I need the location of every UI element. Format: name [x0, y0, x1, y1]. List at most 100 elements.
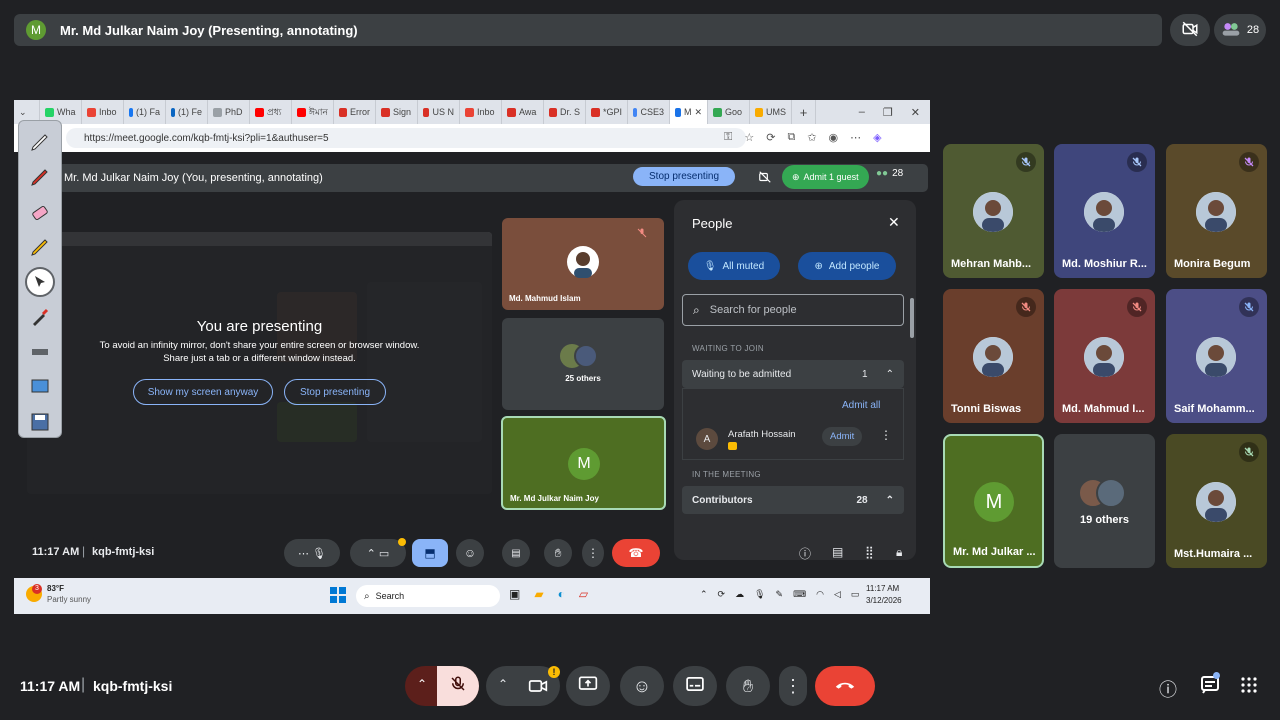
close-tab-icon[interactable]: ✕: [694, 107, 702, 118]
add-people-button[interactable]: ⊕ Add people: [798, 252, 896, 280]
admit-all-button[interactable]: Admit all: [842, 400, 880, 411]
raise-hand-button[interactable]: ✋︎: [726, 666, 770, 706]
participant-tile[interactable]: Md. Mahmud I...: [1054, 289, 1155, 423]
chevron-up-icon[interactable]: ⌃: [700, 589, 708, 600]
mirror-stop-presenting-button[interactable]: Stop presenting: [284, 379, 386, 405]
admit-guest-button[interactable]: ⊕ Admit 1 guest: [782, 165, 869, 189]
browser-tab[interactable]: M ✕: [670, 100, 708, 124]
more-options-button[interactable]: ⋮: [779, 666, 807, 706]
browser-tab[interactable]: CSE3: [628, 100, 670, 124]
wifi-icon[interactable]: ◠: [816, 589, 824, 600]
whiteboard-icon[interactable]: ▱: [579, 587, 588, 601]
keyboard-icon[interactable]: ⌨: [793, 589, 806, 600]
captions-button[interactable]: [673, 666, 717, 706]
browser-tab[interactable]: Awa: [502, 100, 544, 124]
participant-tile[interactable]: 19 others: [1054, 434, 1155, 568]
browser-tab[interactable]: (1) Fe: [166, 100, 208, 124]
more-options-button[interactable]: ⋮: [582, 539, 604, 567]
contributors-row[interactable]: Contributors 28 ⌃: [682, 486, 904, 514]
pen-icon[interactable]: ✎: [776, 589, 784, 600]
file-explorer-icon[interactable]: ▰: [534, 587, 543, 601]
participants-button[interactable]: 28: [1214, 14, 1266, 46]
close-window-button[interactable]: ✕: [911, 106, 920, 119]
scrollbar[interactable]: [910, 298, 914, 338]
copilot-icon[interactable]: ◈: [873, 131, 881, 144]
waiting-row[interactable]: Waiting to be admitted 1 ⌃: [682, 360, 904, 388]
maximize-button[interactable]: ❐: [883, 106, 893, 119]
emoji-button[interactable]: ☺: [456, 539, 484, 567]
captions-button[interactable]: ▤: [502, 539, 530, 567]
raise-hand-button[interactable]: ✋︎: [544, 539, 572, 567]
taskbar-search[interactable]: ⌕ Search: [356, 585, 500, 607]
highlighter-tool-icon[interactable]: [25, 162, 55, 192]
browser-tab[interactable]: Inbo: [460, 100, 502, 124]
host-controls-icon[interactable]: 🔒︎: [896, 545, 902, 560]
clear-tool-icon[interactable]: [25, 337, 55, 367]
browser-tab[interactable]: প্রধ্য: [250, 100, 292, 124]
task-view-icon[interactable]: ▣: [509, 587, 520, 601]
taskbar-date[interactable]: 3/12/2026: [866, 596, 902, 605]
inner-stop-presenting-button[interactable]: Stop presenting: [633, 167, 736, 186]
mic-options-button[interactable]: ⌃: [417, 677, 427, 691]
windows-start-icon[interactable]: [330, 587, 346, 605]
browser-tab[interactable]: PhD: [208, 100, 250, 124]
mic-button[interactable]: ⋯ 🎙︎: [284, 539, 340, 567]
chat-icon[interactable]: ▤: [832, 545, 843, 559]
participant-tile[interactable]: Mst.Humaira ...: [1166, 434, 1267, 568]
minimize-button[interactable]: –: [859, 106, 865, 119]
leave-call-button[interactable]: [815, 666, 875, 706]
screenshot-tool-icon[interactable]: [25, 372, 55, 402]
admit-button[interactable]: Admit: [822, 427, 863, 446]
participant-tile[interactable]: Mehran Mahb...: [943, 144, 1044, 278]
favorites-icon[interactable]: ✩: [807, 131, 816, 144]
browser-tab[interactable]: Dr. S: [544, 100, 586, 124]
browser-tab[interactable]: Error: [334, 100, 376, 124]
participant-tile[interactable]: Monira Begum: [1166, 144, 1267, 278]
marker-tool-icon[interactable]: [25, 232, 55, 262]
camera-options-button[interactable]: ⌃: [498, 677, 508, 691]
battery-icon[interactable]: ▭: [851, 589, 860, 600]
hide-self-view-button[interactable]: [1170, 14, 1210, 46]
taskbar-time[interactable]: 11:17 AM: [866, 584, 899, 593]
present-button[interactable]: [566, 666, 610, 706]
browser-tab[interactable]: Goo: [708, 100, 750, 124]
activities-icon[interactable]: ⣿: [865, 545, 874, 559]
close-panel-button[interactable]: ✕: [888, 214, 900, 231]
pointer-tool-icon[interactable]: [25, 267, 55, 297]
extension-icon[interactable]: ⧉: [787, 131, 795, 144]
mic-icon[interactable]: 🎙︎: [754, 589, 765, 600]
browser-tab[interactable]: (1) Fa: [124, 100, 166, 124]
eraser-tool-icon[interactable]: [25, 197, 55, 227]
key-icon[interactable]: ⚿: [724, 131, 732, 144]
brush-tool-icon[interactable]: [25, 302, 55, 332]
leave-call-button[interactable]: ☎︎: [612, 539, 660, 567]
participant-tile[interactable]: Tonni Biswas: [943, 289, 1044, 423]
participant-tile[interactable]: Saif Mohamm...: [1166, 289, 1267, 423]
search-people-input[interactable]: ⌕ Search for people: [682, 294, 904, 326]
bookmark-star-icon[interactable]: ☆: [744, 131, 754, 144]
camera-off-icon[interactable]: [758, 170, 772, 187]
browser-tab[interactable]: Inbo: [82, 100, 124, 124]
browser-tab[interactable]: *GPI: [586, 100, 628, 124]
present-button[interactable]: ⬒: [412, 539, 448, 567]
sync-icon[interactable]: ⟳: [718, 589, 726, 600]
new-tab-button[interactable]: +: [792, 100, 816, 124]
more-icon[interactable]: ⋯: [850, 131, 861, 144]
save-tool-icon[interactable]: [25, 407, 55, 437]
url-field[interactable]: https://meet.google.com/kqb-fmtj-ksi?pli…: [66, 128, 746, 148]
browser-tab[interactable]: US N: [418, 100, 460, 124]
browser-tab[interactable]: ঈমান: [292, 100, 334, 124]
camera-button[interactable]: [528, 677, 548, 700]
browser-tab[interactable]: UMS: [750, 100, 792, 124]
info-icon[interactable]: ⓘ: [1159, 676, 1177, 702]
pen-tool-icon[interactable]: [25, 127, 55, 157]
participant-tile[interactable]: M Mr. Md Julkar ...: [943, 434, 1044, 568]
mic-button[interactable]: [437, 666, 479, 706]
activities-icon[interactable]: [1241, 677, 1257, 698]
more-vert-icon[interactable]: ⋮: [880, 428, 892, 442]
info-icon[interactable]: ⓘ: [799, 545, 811, 562]
edge-icon[interactable]: ◐: [558, 587, 565, 601]
sync-icon[interactable]: ⟳: [766, 131, 775, 144]
volume-icon[interactable]: ◁: [834, 589, 841, 600]
cloud-icon[interactable]: ☁︎: [735, 589, 744, 600]
